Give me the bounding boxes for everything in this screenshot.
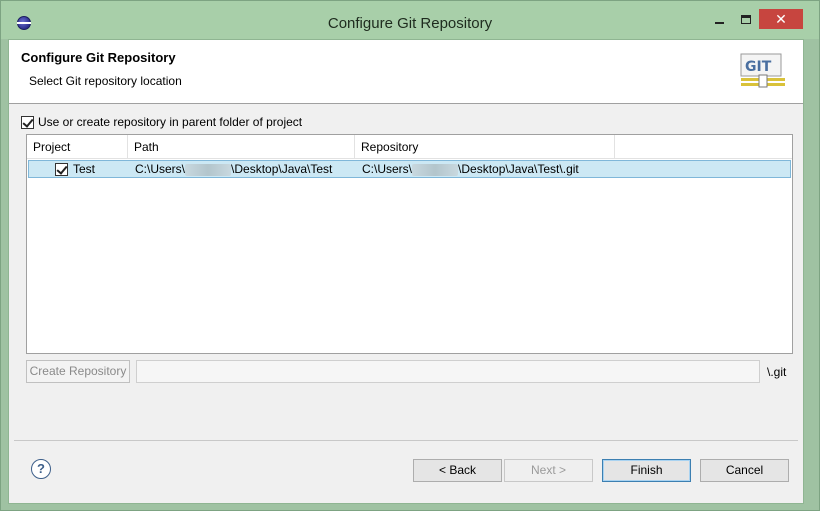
column-header-project[interactable]: Project (27, 135, 128, 159)
redacted-username (412, 163, 459, 176)
use-parent-folder-label: Use or create repository in parent folde… (38, 115, 303, 129)
redacted-username (185, 163, 232, 176)
path-suffix: \Desktop\Java\Test (231, 162, 333, 176)
repository-cell: C:\Users\ \Desktop\Java\Test\.git (362, 161, 579, 177)
maximize-icon (741, 15, 751, 25)
use-parent-folder-option[interactable]: Use or create repository in parent folde… (21, 114, 302, 130)
help-icon[interactable]: ? (31, 459, 51, 479)
create-repository-button[interactable]: Create Repository (26, 360, 130, 383)
minimize-icon (714, 21, 724, 24)
cancel-button[interactable]: Cancel (700, 459, 789, 482)
project-checkbox[interactable] (55, 162, 68, 176)
project-name: Test (73, 162, 96, 176)
repository-path-input[interactable] (136, 360, 760, 383)
projects-table[interactable]: Project Path Repository Test C:\Users\ \D… (26, 134, 793, 354)
maximize-button[interactable] (734, 9, 758, 31)
path-prefix: C:\Users\ (135, 162, 186, 176)
table-header: Project Path Repository (27, 135, 792, 159)
column-header-path[interactable]: Path (128, 135, 355, 159)
next-button[interactable]: Next > (504, 459, 593, 482)
wizard-banner: Configure Git Repository Select Git repo… (9, 40, 803, 104)
minimize-button[interactable] (707, 9, 731, 31)
banner-title: Configure Git Repository (21, 50, 176, 65)
title-bar[interactable]: Configure Git Repository ✕ (1, 1, 819, 39)
repo-prefix: C:\Users\ (362, 162, 413, 176)
use-parent-folder-checkbox[interactable] (21, 115, 34, 129)
table-row[interactable]: Test C:\Users\ \Desktop\Java\Test C:\User… (28, 160, 791, 178)
git-logo-text: GIT (745, 59, 772, 75)
git-logo-icon: GIT (740, 53, 785, 88)
project-cell: Test (55, 161, 95, 177)
dialog-body: Configure Git Repository Select Git repo… (8, 39, 804, 504)
repo-suffix: \Desktop\Java\Test\.git (458, 162, 579, 176)
window-title: Configure Git Repository (327, 15, 493, 32)
back-button[interactable]: < Back (413, 459, 502, 482)
finish-button[interactable]: Finish (602, 459, 691, 482)
path-cell: C:\Users\ \Desktop\Java\Test (135, 161, 332, 177)
column-header-repository[interactable]: Repository (355, 135, 615, 159)
git-suffix-label: \.git (767, 365, 787, 379)
dialog-window: Configure Git Repository ✕ Configure Git… (0, 0, 820, 511)
banner-message: Select Git repository location (29, 74, 182, 88)
footer-separator (14, 440, 798, 441)
close-button[interactable]: ✕ (759, 9, 803, 29)
